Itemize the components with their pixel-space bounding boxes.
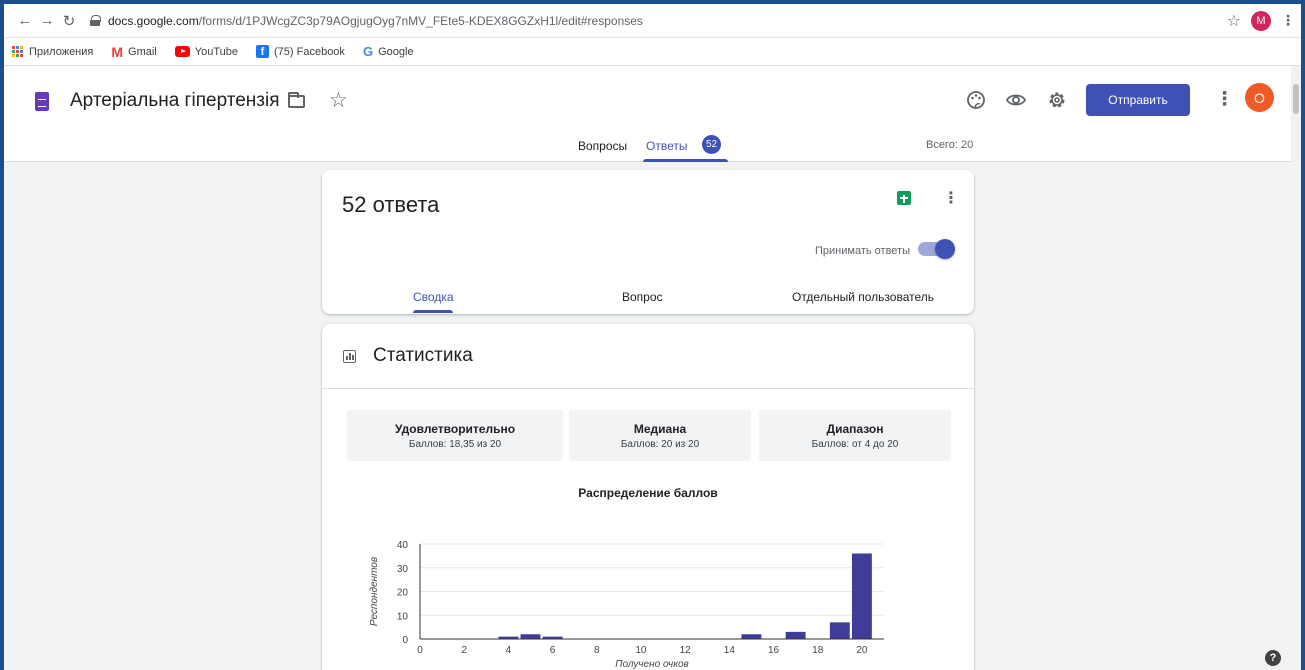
metric-median-title: Медиана	[633, 422, 687, 436]
toggle-knob	[935, 239, 955, 259]
metric-range: Диапазон Баллов: от 4 до 20	[759, 410, 951, 461]
chart-y-tick-label: 10	[397, 611, 409, 622]
bar-chart-icon	[343, 350, 356, 363]
chart-title: Распределение баллов	[578, 486, 718, 500]
bookmark-gmail-label: Gmail	[128, 45, 157, 58]
score-distribution-chart: 0 10 20 30 40 0 2 4 6 8 10 12 14 16 18 20 Получено очков…	[369, 540, 884, 670]
browser-address-bar: ← → ↻ docs.google.com/forms/d/1PJWcgZC3p…	[4, 4, 1301, 38]
form-tabs: Вопросы Ответы 52 Всего: 20	[4, 131, 1301, 162]
forward-icon[interactable]: →	[36, 10, 58, 32]
chart-x-tick-label: 20	[856, 645, 868, 656]
chart-x-tick-label: 8	[594, 645, 600, 656]
chart-bar	[785, 631, 806, 639]
metric-average: Удовлетворительно Баллов: 18,35 из 20	[347, 410, 563, 461]
chart-y-tick-label: 30	[397, 564, 409, 575]
bookmark-apps[interactable]: Приложения	[12, 45, 94, 58]
facebook-icon: f	[256, 45, 269, 58]
help-icon[interactable]: ?	[1265, 650, 1281, 666]
bookmark-gmail[interactable]: M Gmail	[111, 44, 156, 60]
lock-icon	[90, 15, 101, 26]
subtab-question[interactable]: Вопрос	[622, 290, 663, 304]
chart-y-axis-label: Респондентов	[369, 557, 380, 626]
chart-bar	[520, 634, 541, 639]
form-title[interactable]: Артеріальна гіпертензія	[70, 90, 279, 112]
folder-icon[interactable]	[288, 92, 305, 108]
chart-bar	[741, 634, 762, 639]
divider	[322, 388, 974, 389]
browser-menu-icon[interactable]: ⋮	[1281, 12, 1295, 29]
metric-range-value: Баллов: от 4 до 20	[811, 439, 899, 450]
youtube-icon	[174, 46, 190, 57]
bookmark-facebook[interactable]: f (75) Facebook	[256, 45, 345, 58]
chart-x-tick-label: 2	[461, 645, 467, 656]
back-icon[interactable]: ←	[14, 10, 36, 32]
statistics-card: Статистика Удовлетворительно Баллов: 18,…	[322, 324, 974, 670]
total-points: Всего: 20	[926, 139, 974, 151]
chart-y-tick-label: 20	[397, 588, 409, 599]
chart-x-tick-label: 14	[724, 645, 736, 656]
chart-x-tick-label: 4	[506, 645, 512, 656]
more-options-icon[interactable]: ⋮	[1215, 88, 1234, 111]
responses-summary-card: 52 ответа ⋮ Принимать ответы Сводка Вопр…	[322, 170, 974, 314]
answers-count-badge: 52	[702, 135, 721, 154]
metric-median-value: Баллов: 20 из 20	[620, 439, 700, 450]
chart-x-tick-label: 16	[768, 645, 780, 656]
metric-range-title: Диапазон	[826, 422, 884, 436]
bookmark-google-label: Google	[378, 45, 414, 58]
bookmark-youtube-label: YouTube	[194, 45, 238, 58]
active-subtab-indicator	[413, 310, 453, 313]
metric-average-value: Баллов: 18,35 из 20	[408, 439, 502, 450]
chart-x-tick-label: 18	[812, 645, 824, 656]
sheets-icon[interactable]	[897, 191, 911, 205]
statistics-title: Статистика	[373, 345, 473, 366]
responses-count: 52 ответа	[342, 192, 440, 217]
bookmark-google[interactable]: G Google	[363, 44, 414, 59]
palette-icon[interactable]	[966, 90, 986, 116]
chart-x-tick-label: 10	[635, 645, 647, 656]
subtab-summary[interactable]: Сводка	[413, 290, 454, 304]
chart-bar	[829, 622, 850, 639]
chart-x-axis-label: Получено очков	[615, 659, 689, 670]
scrollbar-thumb[interactable]	[1293, 84, 1299, 114]
user-avatar[interactable]: О	[1245, 83, 1274, 112]
bookmarks-bar: Приложения M Gmail YouTube f (75) Facebo…	[4, 38, 1301, 66]
app-frame: ← → ↻ docs.google.com/forms/d/1PJWcgZC3p…	[4, 4, 1301, 670]
chart-x-tick-label: 6	[550, 645, 556, 656]
reload-icon[interactable]: ↻	[58, 10, 80, 32]
metric-median: Медиана Баллов: 20 из 20	[569, 410, 751, 461]
apps-grid-icon	[12, 45, 24, 58]
accept-responses-toggle[interactable]	[918, 239, 955, 259]
url-field[interactable]: docs.google.com/forms/d/1PJWcgZC3p79AOgj…	[90, 8, 1227, 34]
send-button[interactable]: Отправить	[1086, 84, 1190, 116]
chart-bar	[851, 553, 872, 639]
gmail-icon: M	[111, 43, 124, 60]
bookmark-youtube[interactable]: YouTube	[174, 45, 238, 58]
subtab-individual[interactable]: Отдельный пользователь	[792, 290, 934, 304]
active-tab-indicator	[643, 159, 728, 162]
preview-eye-icon[interactable]	[1005, 90, 1027, 116]
tab-questions[interactable]: Вопросы	[578, 139, 627, 153]
accept-responses-label: Принимать ответы	[815, 245, 910, 257]
forms-header: Артеріальна гіпертензія ☆ Отправить ⋮ О …	[4, 66, 1301, 162]
chart-x-tick-label: 0	[417, 645, 423, 656]
profile-avatar[interactable]: M	[1251, 10, 1271, 31]
url-host: docs.google.com	[108, 13, 199, 28]
google-icon: G	[362, 44, 374, 59]
metric-average-title: Удовлетворительно	[394, 422, 516, 436]
url-path: /forms/d/1PJWcgZC3p79AOgjugOyg7nMV_FEte5…	[198, 13, 643, 28]
responses-more-icon[interactable]: ⋮	[943, 188, 959, 208]
tab-answers[interactable]: Ответы	[646, 139, 687, 153]
bookmark-apps-label: Приложения	[29, 45, 94, 58]
chart-y-tick-label: 40	[397, 540, 409, 551]
star-icon[interactable]: ☆	[329, 88, 348, 113]
bookmark-star-icon[interactable]: ☆	[1227, 11, 1241, 31]
chart-x-tick-label: 12	[680, 645, 692, 656]
bookmark-facebook-label: (75) Facebook	[274, 45, 345, 58]
chart-y-tick-label: 0	[402, 635, 408, 646]
settings-gear-icon[interactable]	[1047, 90, 1067, 116]
forms-icon[interactable]	[35, 92, 49, 111]
